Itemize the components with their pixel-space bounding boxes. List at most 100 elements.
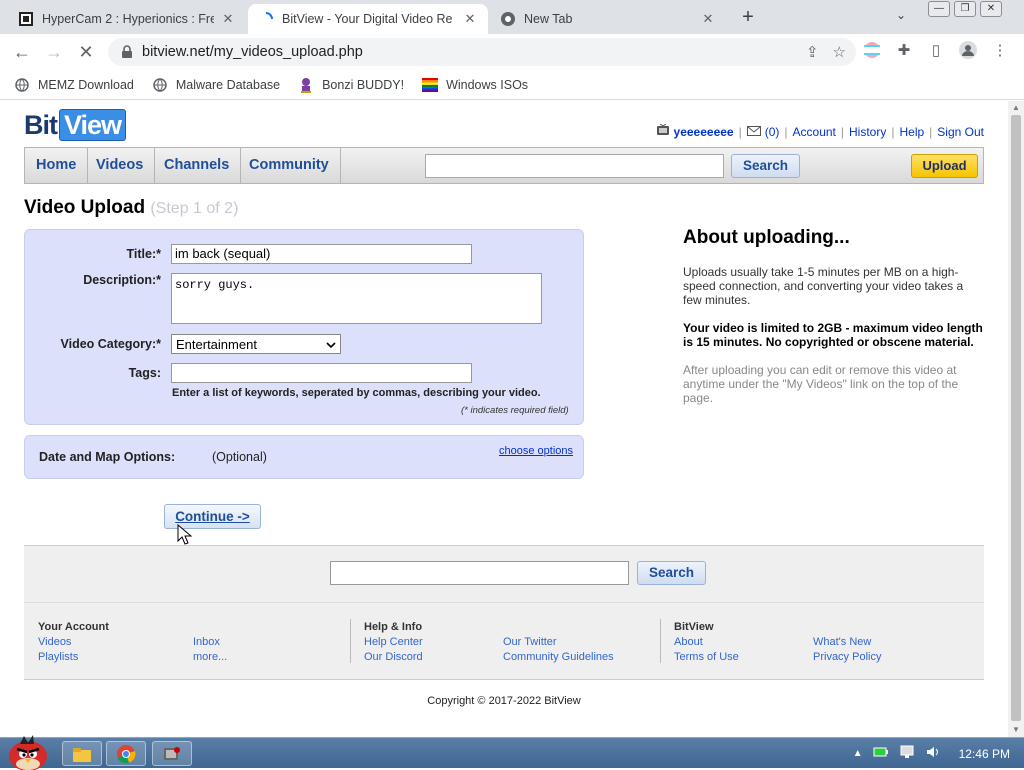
footer-heading-your-account: Your Account <box>38 621 109 633</box>
system-tray: ▲ 12:46 PM <box>853 738 1024 769</box>
tags-field[interactable] <box>171 363 472 383</box>
address-bar[interactable]: bitview.net/my_videos_upload.php ⇪ ☆ <box>108 38 856 66</box>
new-tab-button[interactable]: + <box>736 6 760 30</box>
globe-icon <box>152 77 168 93</box>
profile-flag-icon[interactable] <box>862 40 882 60</box>
header-search-input[interactable] <box>425 154 724 178</box>
battery-icon[interactable] <box>873 746 889 761</box>
tab-close-icon[interactable]: ✕ <box>462 11 478 27</box>
tray-expand-icon[interactable]: ▲ <box>853 748 863 759</box>
footer-link-terms[interactable]: Terms of Use <box>674 651 739 663</box>
nav-videos[interactable]: Videos <box>85 148 156 183</box>
nav-channels[interactable]: Channels <box>153 148 242 183</box>
required-note: (* indicates required field) <box>461 405 569 416</box>
forward-arrow-icon[interactable]: → <box>42 40 66 64</box>
close-window-button[interactable]: ✕ <box>980 1 1002 17</box>
tab-close-icon[interactable]: ✕ <box>700 11 716 27</box>
options-optional: (Optional) <box>212 450 267 464</box>
category-select[interactable]: Entertainment <box>171 334 341 354</box>
description-field[interactable]: sorry guys. <box>171 273 542 324</box>
sign-out-link[interactable]: Sign Out <box>937 125 984 139</box>
date-map-options: Date and Map Options: (Optional) choose … <box>24 435 584 479</box>
footer-link-twitter[interactable]: Our Twitter <box>503 636 557 648</box>
about-text-3: After uploading you can edit or remove t… <box>683 363 959 405</box>
scrollbar-thumb[interactable] <box>1011 115 1021 721</box>
footer-link-about[interactable]: About <box>674 636 703 648</box>
page-title: Video Upload (Step 1 of 2) <box>24 197 238 219</box>
account-link[interactable]: Account <box>793 125 836 139</box>
taskbar-chrome[interactable] <box>106 741 146 766</box>
chrome-icon <box>117 744 136 763</box>
tab-title: HyperCam 2 : Hyperionics : Fre <box>42 12 214 26</box>
extensions-puzzle-icon[interactable]: ✚ <box>894 40 914 60</box>
browser-tab-bar: HyperCam 2 : Hyperionics : Fre ✕ BitView… <box>0 0 1024 34</box>
footer-link-community-guidelines[interactable]: Community Guidelines <box>503 651 614 663</box>
footer-link-help-center[interactable]: Help Center <box>364 636 423 648</box>
scroll-up-arrow-icon[interactable]: ▲ <box>1008 101 1024 115</box>
window-controls: — ❐ ✕ <box>928 1 1002 17</box>
maximize-button[interactable]: ❐ <box>954 1 976 17</box>
choose-options-link[interactable]: choose options <box>499 445 573 457</box>
taskbar-hypercam[interactable] <box>152 741 192 766</box>
side-panel-icon[interactable]: ▯ <box>926 40 946 60</box>
page-title-text: Video Upload <box>24 197 146 218</box>
scroll-down-arrow-icon[interactable]: ▼ <box>1008 723 1024 737</box>
footer-search-input[interactable] <box>330 561 629 585</box>
step-indicator: (Step 1 of 2) <box>150 200 239 217</box>
footer-link-privacy[interactable]: Privacy Policy <box>813 651 881 663</box>
about-text-2: Your video is limited to 2GB - maximum v… <box>683 321 983 349</box>
footer-link-discord[interactable]: Our Discord <box>364 651 423 663</box>
share-icon[interactable]: ⇪ <box>806 43 819 61</box>
taskbar-explorer[interactable] <box>62 741 102 766</box>
footer-search: Search <box>24 545 984 603</box>
footer-link-videos[interactable]: Videos <box>38 636 71 648</box>
footer-link-inbox[interactable]: Inbox <box>193 636 220 648</box>
volume-icon[interactable] <box>925 745 941 762</box>
back-arrow-icon[interactable]: ← <box>10 40 34 64</box>
upload-button[interactable]: Upload <box>911 154 978 178</box>
username-link[interactable]: yeeeeeeee <box>674 125 734 139</box>
bookmark-malware-database[interactable]: Malware Database <box>152 77 280 93</box>
footer-search-button[interactable]: Search <box>637 561 706 585</box>
hypercam-favicon-icon <box>18 11 34 27</box>
bookmark-memz[interactable]: MEMZ Download <box>14 77 134 93</box>
menu-kebab-icon[interactable]: ⋮ <box>990 40 1010 60</box>
help-link[interactable]: Help <box>899 125 924 139</box>
tab-title: BitView - Your Digital Video Re <box>282 12 453 26</box>
footer-link-playlists[interactable]: Playlists <box>38 651 78 663</box>
history-link[interactable]: History <box>849 125 886 139</box>
start-angry-bird-icon[interactable] <box>6 734 50 770</box>
nav-community[interactable]: Community <box>238 148 341 183</box>
header-search-button[interactable]: Search <box>731 154 800 178</box>
tab-hypercam[interactable]: HyperCam 2 : Hyperionics : Fre ✕ <box>8 4 246 34</box>
lock-icon <box>122 45 132 58</box>
category-selected: Entertainment <box>176 336 257 352</box>
about-title: About uploading... <box>683 227 850 248</box>
profile-avatar-icon[interactable] <box>958 40 978 60</box>
tab-search-chevron-icon[interactable]: ⌄ <box>896 8 906 22</box>
taskbar-clock[interactable]: 12:46 PM <box>959 747 1010 761</box>
page-scrollbar[interactable]: ▲ ▼ <box>1008 101 1024 737</box>
bookmark-bonzi-buddy[interactable]: Bonzi BUDDY! <box>298 77 404 93</box>
footer-links: Your Account Videos Playlists Inbox more… <box>24 603 984 680</box>
nav-home[interactable]: Home <box>25 148 89 183</box>
extension-area: ✚ ▯ ⋮ <box>862 40 1010 60</box>
tab-new-tab[interactable]: New Tab ✕ <box>490 4 726 34</box>
user-bar: yeeeeeeee | (0) | Account | History | He… <box>656 123 984 139</box>
tags-hint: Enter a list of keywords, seperated by c… <box>172 387 541 399</box>
bitview-logo[interactable]: Bit View <box>24 109 127 141</box>
tab-bitview[interactable]: BitView - Your Digital Video Re ✕ <box>248 4 488 34</box>
title-field[interactable]: im back (sequal) <box>171 244 472 264</box>
folder-icon <box>73 747 91 762</box>
network-icon[interactable] <box>899 745 915 762</box>
inbox-count[interactable]: (0) <box>765 125 780 139</box>
stop-loading-icon[interactable]: ✕ <box>74 40 98 64</box>
footer-link-whats-new[interactable]: What's New <box>813 636 871 648</box>
hypercam-icon <box>164 746 180 760</box>
bookmark-windows-isos[interactable]: Windows ISOs <box>422 77 528 93</box>
bookmark-star-icon[interactable]: ☆ <box>833 43 846 61</box>
footer-link-more[interactable]: more... <box>193 651 227 663</box>
mail-icon[interactable] <box>746 125 761 139</box>
minimize-button[interactable]: — <box>928 1 950 17</box>
tab-close-icon[interactable]: ✕ <box>220 11 236 27</box>
